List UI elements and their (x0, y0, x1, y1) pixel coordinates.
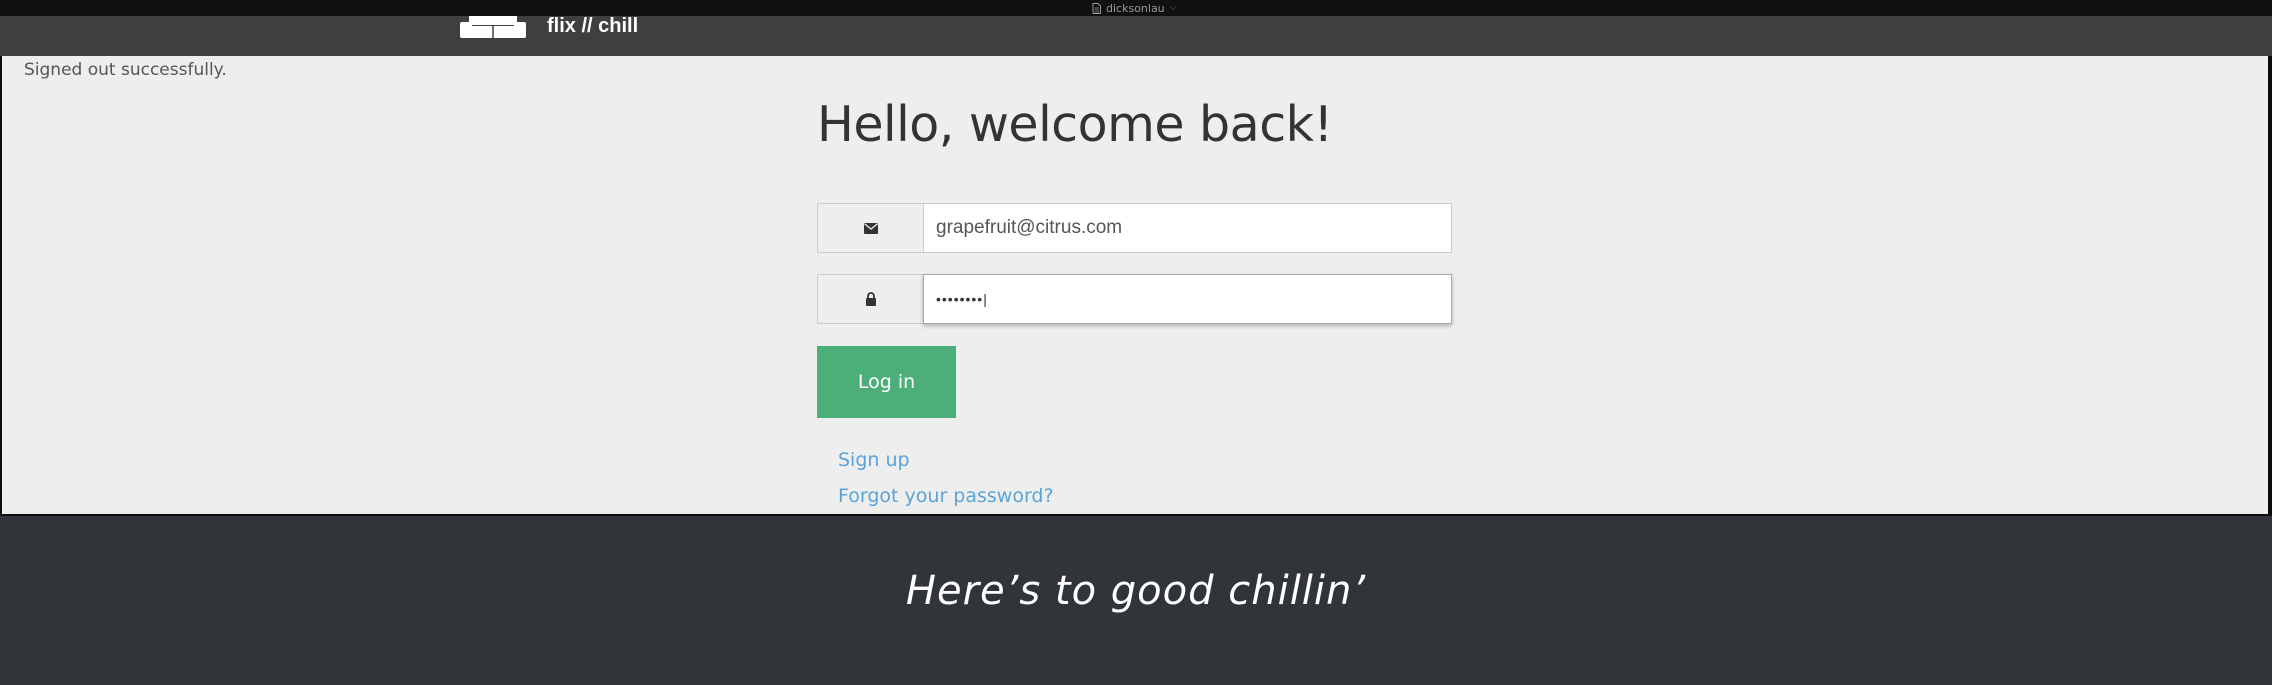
email-field-group (817, 203, 1452, 253)
window-title: dicksonlau (1106, 1, 1165, 15)
window-title-group[interactable]: dicksonlau ⌵ (1092, 1, 1177, 15)
flash-message: Signed out successfully. (24, 60, 227, 80)
navbar: flix // chill (0, 16, 2272, 56)
document-icon (1092, 2, 1101, 14)
forgot-password-link[interactable]: Forgot your password? (838, 485, 1054, 507)
email-field[interactable] (923, 203, 1452, 253)
envelope-icon (863, 222, 878, 234)
couch-logo-icon[interactable] (457, 16, 529, 40)
window-titlebar: dicksonlau ⌵ (0, 0, 2272, 16)
chevron-down-icon: ⌵ (1169, 3, 1177, 13)
password-field[interactable] (923, 274, 1452, 324)
page-title: Hello, welcome back! (817, 96, 1333, 153)
password-field-group (817, 274, 1452, 324)
login-button[interactable]: Log in (817, 346, 956, 418)
footer: Here’s to good chillin’ (0, 516, 2272, 685)
brand-name[interactable]: flix // chill (547, 16, 638, 36)
password-addon (817, 274, 923, 324)
footer-tagline: Here’s to good chillin’ (905, 568, 1367, 614)
email-addon (817, 203, 923, 253)
signup-link[interactable]: Sign up (838, 449, 910, 471)
main-content: Signed out successfully. Hello, welcome … (2, 56, 2268, 514)
lock-icon (865, 292, 876, 306)
